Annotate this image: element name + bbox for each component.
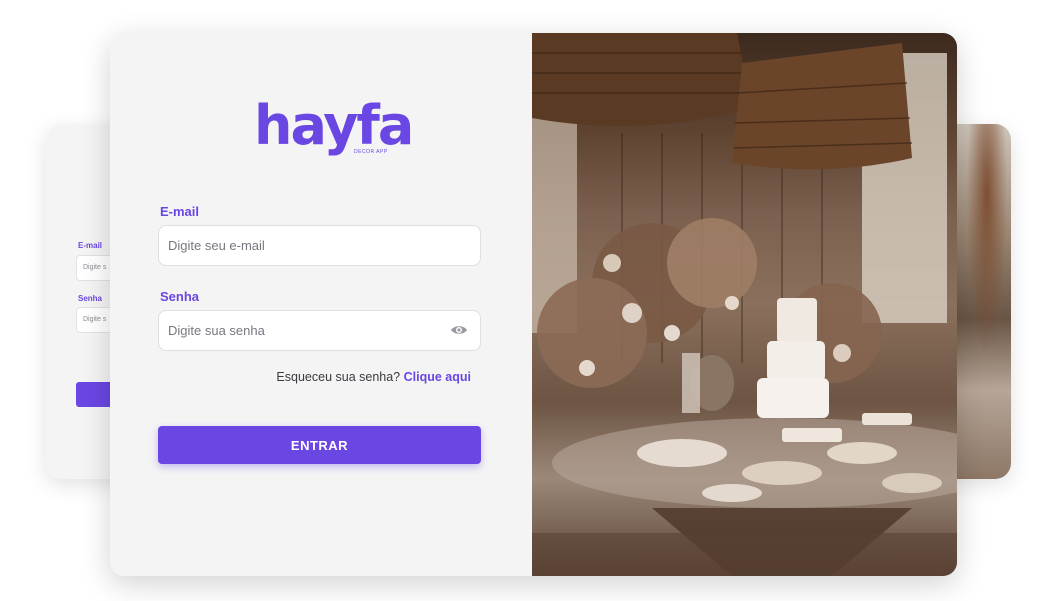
- background-password-label: Senha: [78, 294, 103, 303]
- background-email-label: E-mail: [78, 241, 103, 250]
- email-label: E-mail: [160, 204, 200, 219]
- login-showcase: E-mail Digite s Senha Digite s hayfa DEC…: [0, 0, 1039, 601]
- email-field-wrapper: [158, 225, 481, 266]
- password-input[interactable]: [159, 311, 480, 350]
- decor-photo-illustration: [532, 33, 957, 576]
- login-card: hayfa DECOR APP E-mail Senha E: [110, 33, 957, 576]
- forgot-password-link[interactable]: Clique aqui: [404, 370, 471, 384]
- brand-logo-wordmark: hayfa: [254, 94, 414, 157]
- forgot-password-text: Esqueceu sua senha?: [276, 370, 401, 384]
- email-input[interactable]: [159, 226, 480, 265]
- password-field-wrapper: [158, 310, 481, 351]
- eye-icon[interactable]: [450, 323, 468, 337]
- background-photo: [951, 124, 1011, 479]
- decor-event-photo: [532, 33, 957, 576]
- password-label: Senha: [160, 289, 200, 304]
- brand-logo: hayfa DECOR APP: [254, 91, 414, 161]
- submit-button[interactable]: ENTRAR: [158, 426, 481, 464]
- brand-logo-tagline: DECOR APP: [354, 149, 388, 155]
- background-login-panel: E-mail Digite s Senha Digite s: [46, 124, 124, 479]
- forgot-password: Esqueceu sua senha? Clique aqui: [275, 370, 471, 384]
- login-panel: hayfa DECOR APP E-mail Senha E: [110, 33, 532, 576]
